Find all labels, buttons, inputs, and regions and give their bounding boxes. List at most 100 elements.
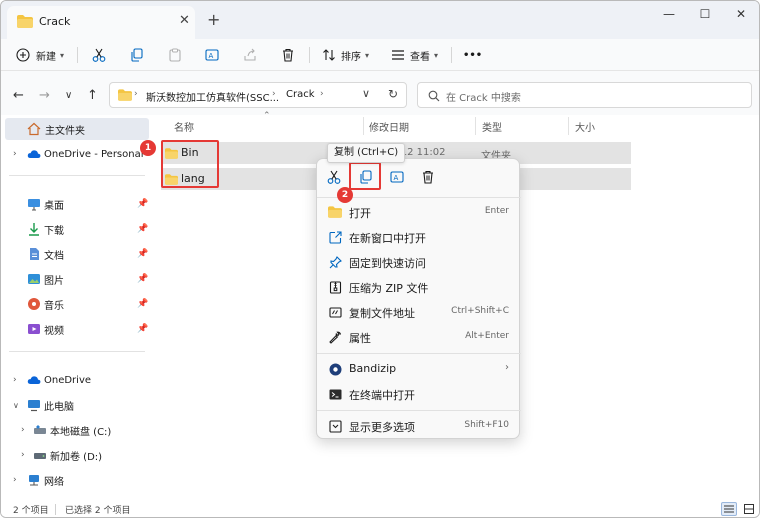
chevron-right-icon[interactable]: › <box>21 450 25 460</box>
menu-item-open-terminal[interactable]: 在终端中打开 <box>317 382 521 406</box>
sidebar-item-downloads[interactable]: 下载 📌 <box>1 218 151 240</box>
maximize-button[interactable]: ☐ <box>695 7 715 21</box>
minimize-button[interactable]: — <box>659 7 679 21</box>
rename-menu-button[interactable]: A <box>388 168 406 186</box>
refresh-icon[interactable]: ↻ <box>388 87 398 101</box>
sidebar-item-desktop[interactable]: 桌面 📌 <box>1 193 151 215</box>
sidebar-item-videos[interactable]: 视频 📌 <box>1 318 151 340</box>
sidebar-item-label: 文档 <box>44 250 64 262</box>
close-tab-icon[interactable]: ✕ <box>179 13 190 28</box>
column-divider[interactable] <box>568 117 569 135</box>
download-icon <box>29 223 39 236</box>
sidebar-item-label: 此电脑 <box>44 401 74 413</box>
sidebar-item-documents[interactable]: 文档 📌 <box>1 243 151 265</box>
sort-icon <box>321 47 337 63</box>
rename-button[interactable]: A <box>204 46 220 64</box>
chevron-right-icon[interactable]: › <box>13 149 17 159</box>
pin-icon: 📌 <box>137 324 149 334</box>
menu-item-label: 复制文件地址 <box>349 307 415 320</box>
menu-item-properties[interactable]: 属性 Alt+Enter <box>317 325 521 349</box>
view-list-icon <box>390 47 406 63</box>
breadcrumb-segment[interactable]: Crack <box>286 89 315 100</box>
sort-caret-icon: ⌃ <box>263 111 271 121</box>
clipboard-icon <box>167 47 183 63</box>
more-options-button[interactable]: ••• <box>463 46 482 64</box>
menu-item-bandizip[interactable]: Bandizip › <box>317 357 521 381</box>
address-dropdown-icon[interactable]: ∨ <box>362 87 370 100</box>
details-view-icon <box>724 505 734 513</box>
menu-item-open[interactable]: 打开 Enter <box>317 200 521 224</box>
pin-icon <box>328 255 342 269</box>
sidebar-item-pictures[interactable]: 图片 📌 <box>1 268 151 290</box>
breadcrumb-separator: › <box>134 89 138 99</box>
music-icon <box>28 298 40 310</box>
toolbar-divider <box>77 47 78 63</box>
close-window-button[interactable]: ✕ <box>731 7 751 21</box>
copy-button[interactable] <box>129 46 145 64</box>
status-divider <box>55 504 56 515</box>
tab-crack[interactable]: Crack ✕ <box>7 6 195 39</box>
computer-icon <box>28 400 40 412</box>
back-arrow-icon[interactable]: ← <box>13 88 24 103</box>
paste-button[interactable] <box>167 46 183 64</box>
scissors-icon <box>327 170 341 184</box>
sort-label: 排序 <box>341 51 361 63</box>
cut-menu-button[interactable] <box>325 168 343 186</box>
column-header-modified[interactable]: 修改日期 <box>369 119 409 134</box>
sidebar-item-onedrive[interactable]: › OneDrive <box>1 369 151 391</box>
cut-button[interactable] <box>91 46 107 64</box>
forward-arrow-icon[interactable]: → <box>39 88 50 103</box>
more-dots-icon: ••• <box>463 49 483 61</box>
view-button[interactable]: 查看 ▾ <box>390 46 438 64</box>
sidebar-item-this-pc[interactable]: ∨ 此电脑 <box>1 394 151 416</box>
column-header-name[interactable]: 名称 <box>174 119 194 134</box>
chevron-right-icon[interactable]: › <box>21 425 25 435</box>
chevron-down-icon[interactable]: ∨ <box>13 401 19 410</box>
tiles-view-button[interactable] <box>741 502 757 516</box>
address-bar[interactable]: › 斯沃数控加工仿真软件(SSC... › Crack › ∨ ↻ <box>109 82 407 108</box>
sidebar-item-label: OneDrive <box>44 374 92 386</box>
sidebar-item-onedrive-personal[interactable]: › OneDrive - Personal <box>1 143 151 165</box>
copy-tooltip: 复制 (Ctrl+C) <box>327 143 406 163</box>
new-button[interactable]: 新建 ▾ <box>15 46 64 64</box>
delete-menu-button[interactable] <box>419 168 437 186</box>
trash-icon <box>280 47 296 63</box>
search-icon <box>428 90 440 102</box>
menu-item-compress-zip[interactable]: 压缩为 ZIP 文件 <box>317 275 521 299</box>
plus-circle-icon <box>15 47 31 63</box>
column-header-size[interactable]: 大小 <box>575 119 595 134</box>
sidebar-item-label: 图片 <box>44 275 64 287</box>
sidebar-item-drive-d[interactable]: › 新加卷 (D:) <box>1 444 151 466</box>
sidebar-item-drive-c[interactable]: › 本地磁盘 (C:) <box>1 419 151 441</box>
details-view-button[interactable] <box>721 502 737 516</box>
video-icon <box>28 324 40 334</box>
picture-icon <box>28 274 40 284</box>
chevron-right-icon[interactable]: › <box>13 375 17 385</box>
menu-item-show-more-options[interactable]: 显示更多选项 Shift+F10 <box>317 414 521 438</box>
column-divider[interactable] <box>475 117 476 135</box>
sort-button[interactable]: 排序 ▾ <box>321 46 369 64</box>
selection-count: 已选择 2 个项目 <box>65 506 131 516</box>
svg-text:A: A <box>209 52 214 60</box>
search-input[interactable]: 在 Crack 中搜索 <box>417 82 752 108</box>
menu-item-shortcut: Enter <box>484 206 509 216</box>
sidebar-divider <box>9 351 145 352</box>
sidebar-item-network[interactable]: › 网络 <box>1 469 151 491</box>
share-button[interactable] <box>242 46 258 64</box>
menu-item-label: 在终端中打开 <box>349 389 415 402</box>
column-divider[interactable] <box>363 117 364 135</box>
column-header-type[interactable]: 类型 <box>482 119 502 134</box>
new-tab-button[interactable]: + <box>207 10 220 29</box>
chevron-right-icon[interactable]: › <box>13 475 17 485</box>
menu-item-open-new-window[interactable]: 在新窗口中打开 <box>317 225 521 249</box>
up-arrow-icon[interactable]: ↑ <box>87 88 98 103</box>
recent-chevron-icon[interactable]: ∨ <box>65 90 72 101</box>
breadcrumb-segment[interactable]: 斯沃数控加工仿真软件(SSC... <box>146 89 279 104</box>
sidebar-item-home[interactable]: 主文件夹 <box>5 118 149 140</box>
pin-icon: 📌 <box>137 224 149 234</box>
menu-item-pin-quick-access[interactable]: 固定到快速访问 <box>317 250 521 274</box>
delete-button[interactable] <box>280 46 296 64</box>
menu-item-copy-path[interactable]: 复制文件地址 Ctrl+Shift+C <box>317 300 521 324</box>
sidebar-item-music[interactable]: 音乐 📌 <box>1 293 151 315</box>
sidebar-item-label: 视频 <box>44 325 64 337</box>
